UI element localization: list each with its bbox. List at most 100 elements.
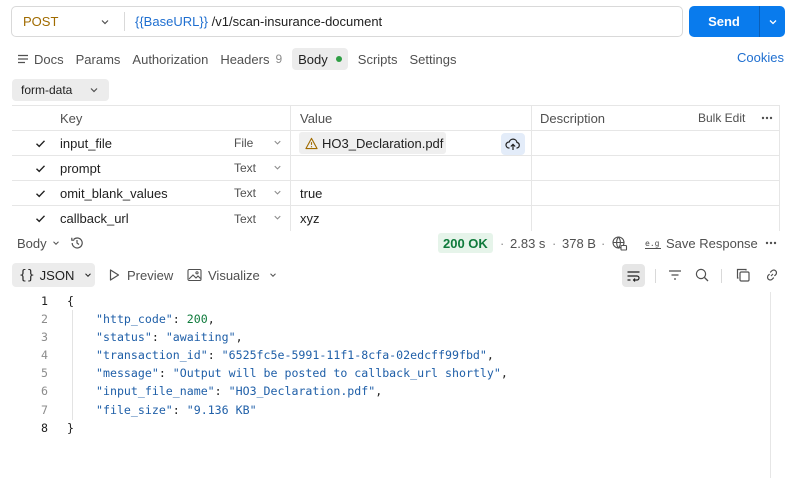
code-line: 4 "transaction_id": "6525fc5e-5991-11f1-… — [0, 346, 801, 364]
chevron-down-icon — [52, 241, 59, 245]
tab-settings[interactable]: Settings — [404, 48, 463, 70]
response-code-viewer[interactable]: 1 { 2 "http_code": 200, 3 "status": "awa… — [0, 292, 801, 437]
row-type-select[interactable]: Text — [234, 181, 286, 205]
url-input[interactable]: {{BaseURL}} /v1/scan-insurance-document — [125, 14, 382, 29]
chevron-down-icon — [85, 273, 92, 277]
line-number: 1 — [41, 294, 48, 308]
checkbox-checked-icon[interactable] — [34, 212, 47, 225]
body-mode-select[interactable]: form-data — [12, 79, 109, 101]
tab-docs[interactable]: Docs — [10, 48, 70, 70]
tab-scripts[interactable]: Scripts — [352, 48, 404, 70]
history-button[interactable] — [69, 230, 85, 256]
headers-count-badge: 9 — [275, 52, 283, 66]
method-select[interactable]: POST — [12, 7, 124, 36]
warning-icon — [305, 137, 318, 149]
save-response-button[interactable]: e.g. Save Response — [645, 230, 758, 256]
code-line: 1 { — [0, 292, 801, 310]
table-row: prompt Text — [12, 156, 780, 181]
row-key[interactable]: omit_blank_values — [60, 181, 168, 205]
chevron-down-icon — [274, 215, 281, 220]
visualize-options-button[interactable] — [268, 263, 278, 287]
response-section-label: Body — [17, 235, 47, 251]
row-type-select[interactable]: Text — [234, 206, 286, 231]
status-badge: 200 OK — [438, 233, 493, 253]
code-line: 8 } — [0, 419, 801, 437]
tab-label: Params — [75, 51, 121, 67]
send-label: Send — [708, 14, 740, 29]
line-number: 8 — [41, 420, 48, 435]
visualize-label: Visualize — [208, 267, 260, 283]
response-section-select[interactable]: Body — [17, 230, 61, 256]
table-row: input_file File HO3_Declaration.pdf — [12, 131, 780, 156]
more-horizontal-icon — [761, 116, 773, 120]
save-response-label: Save Response — [666, 235, 758, 251]
preview-tab[interactable]: Preview — [107, 263, 173, 287]
json-key: "file_size" — [96, 402, 173, 417]
image-icon — [187, 268, 202, 282]
code-line: 5 "message": "Output will be posted to c… — [0, 364, 801, 382]
row-value[interactable]: true — [300, 181, 322, 205]
send-options-button[interactable] — [760, 16, 785, 28]
code-text: { — [67, 294, 74, 308]
format-select[interactable]: {} JSON — [12, 263, 95, 287]
line-number: 3 — [41, 330, 48, 345]
format-label: JSON — [39, 267, 75, 283]
json-key: "input_file_name" — [96, 384, 215, 399]
response-bar: Body 200 OK · 2.83 s · 378 B · e.g. Save… — [0, 230, 801, 256]
network-info-button[interactable] — [611, 230, 628, 256]
checkbox-checked-icon[interactable] — [34, 187, 47, 200]
tab-body[interactable]: Body — [292, 48, 348, 70]
url-variable: {{BaseURL}} — [135, 14, 209, 29]
tab-label: Scripts — [357, 51, 398, 67]
visualize-tab[interactable]: Visualize — [187, 263, 260, 287]
row-value[interactable]: xyz — [300, 206, 320, 231]
bulk-edit-button[interactable]: Bulk Edit — [698, 106, 745, 130]
copy-icon[interactable] — [735, 267, 751, 283]
history-icon — [71, 237, 83, 249]
code-line: 6 "input_file_name": "HO3_Declaration.pd… — [0, 382, 801, 400]
tab-authorization[interactable]: Authorization — [126, 48, 214, 70]
tab-params[interactable]: Params — [70, 48, 127, 70]
table-header: Key Value Description Bulk Edit — [12, 106, 780, 131]
search-icon[interactable] — [694, 267, 710, 283]
more-horizontal-icon — [765, 241, 777, 245]
response-more-button[interactable] — [764, 230, 778, 256]
tab-label: Authorization — [132, 51, 209, 67]
file-chip[interactable]: HO3_Declaration.pdf — [299, 132, 446, 154]
cloud-upload-icon — [505, 138, 520, 150]
chevron-down-icon — [274, 140, 281, 145]
row-type-select[interactable]: Text — [234, 156, 286, 180]
filter-icon[interactable] — [667, 267, 683, 283]
chevron-down-icon — [274, 165, 281, 170]
cookies-link[interactable]: Cookies — [737, 50, 784, 65]
line-number: 2 — [41, 312, 48, 327]
json-value: "6525fc5e-5991-11f1-8cfa-02edcff99fbd" — [221, 348, 487, 363]
braces-icon: {} — [19, 267, 35, 283]
row-key[interactable]: input_file — [60, 131, 112, 155]
row-key[interactable]: prompt — [60, 156, 100, 180]
body-mode-label: form-data — [21, 83, 73, 97]
table-row: omit_blank_values Text true — [12, 181, 780, 206]
send-button[interactable]: Send — [689, 6, 785, 37]
checkbox-checked-icon[interactable] — [34, 162, 47, 175]
link-icon[interactable] — [764, 267, 780, 283]
chevron-down-icon — [270, 273, 276, 277]
wrap-lines-button[interactable] — [622, 264, 645, 287]
play-icon — [109, 269, 120, 281]
row-type-label: File — [234, 136, 254, 150]
globe-lock-icon — [612, 235, 628, 251]
upload-file-button[interactable] — [501, 133, 525, 155]
row-type-select[interactable]: File — [234, 131, 286, 155]
row-key[interactable]: callback_url — [60, 206, 129, 231]
more-options-button[interactable] — [760, 106, 774, 130]
svg-text:e.g.: e.g. — [645, 239, 661, 248]
url-path: /v1/scan-insurance-document — [208, 14, 383, 29]
body-indicator-dot — [335, 56, 342, 62]
checkbox-checked-icon[interactable] — [34, 137, 47, 150]
tab-label: Body — [298, 51, 328, 67]
code-text: "file_size": "9.136 KB" — [96, 402, 257, 417]
row-type-label: Text — [234, 211, 257, 226]
tab-headers[interactable]: Headers 9 — [214, 48, 288, 70]
line-number: 7 — [41, 402, 48, 417]
chevron-down-icon — [769, 19, 776, 24]
